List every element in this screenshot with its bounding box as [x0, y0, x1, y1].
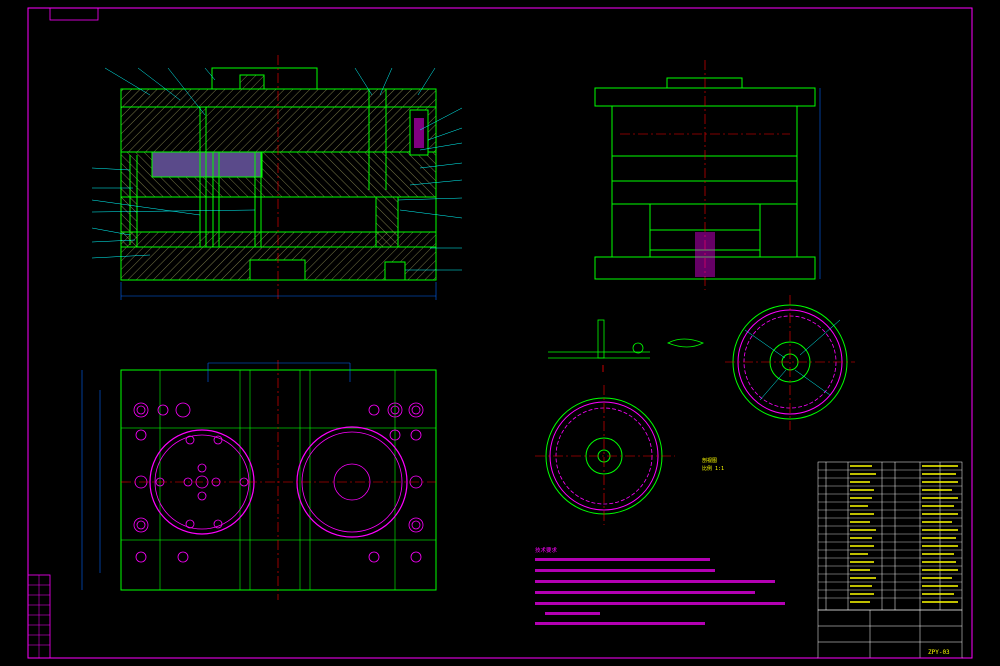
round-part-view-2: [725, 295, 855, 430]
round-part-view-1: [535, 385, 675, 525]
scale-label: 比例 1:1: [702, 465, 724, 472]
technical-notes: 技术要求: [535, 546, 785, 625]
parts-list-table: [817, 461, 963, 611]
front-section-view: [91, 55, 463, 300]
plan-view: [81, 360, 437, 600]
drawing-number: ZPY-03: [928, 649, 950, 656]
part-detail-sketch: [548, 319, 704, 372]
tech-notes-title: 技术要求: [535, 546, 558, 554]
section-label: 剖视图: [702, 457, 717, 464]
side-view: [594, 60, 821, 290]
cad-drawing-canvas: 剖视图 比例 1:1 技术要求 ZPY-03: [27, 7, 973, 659]
